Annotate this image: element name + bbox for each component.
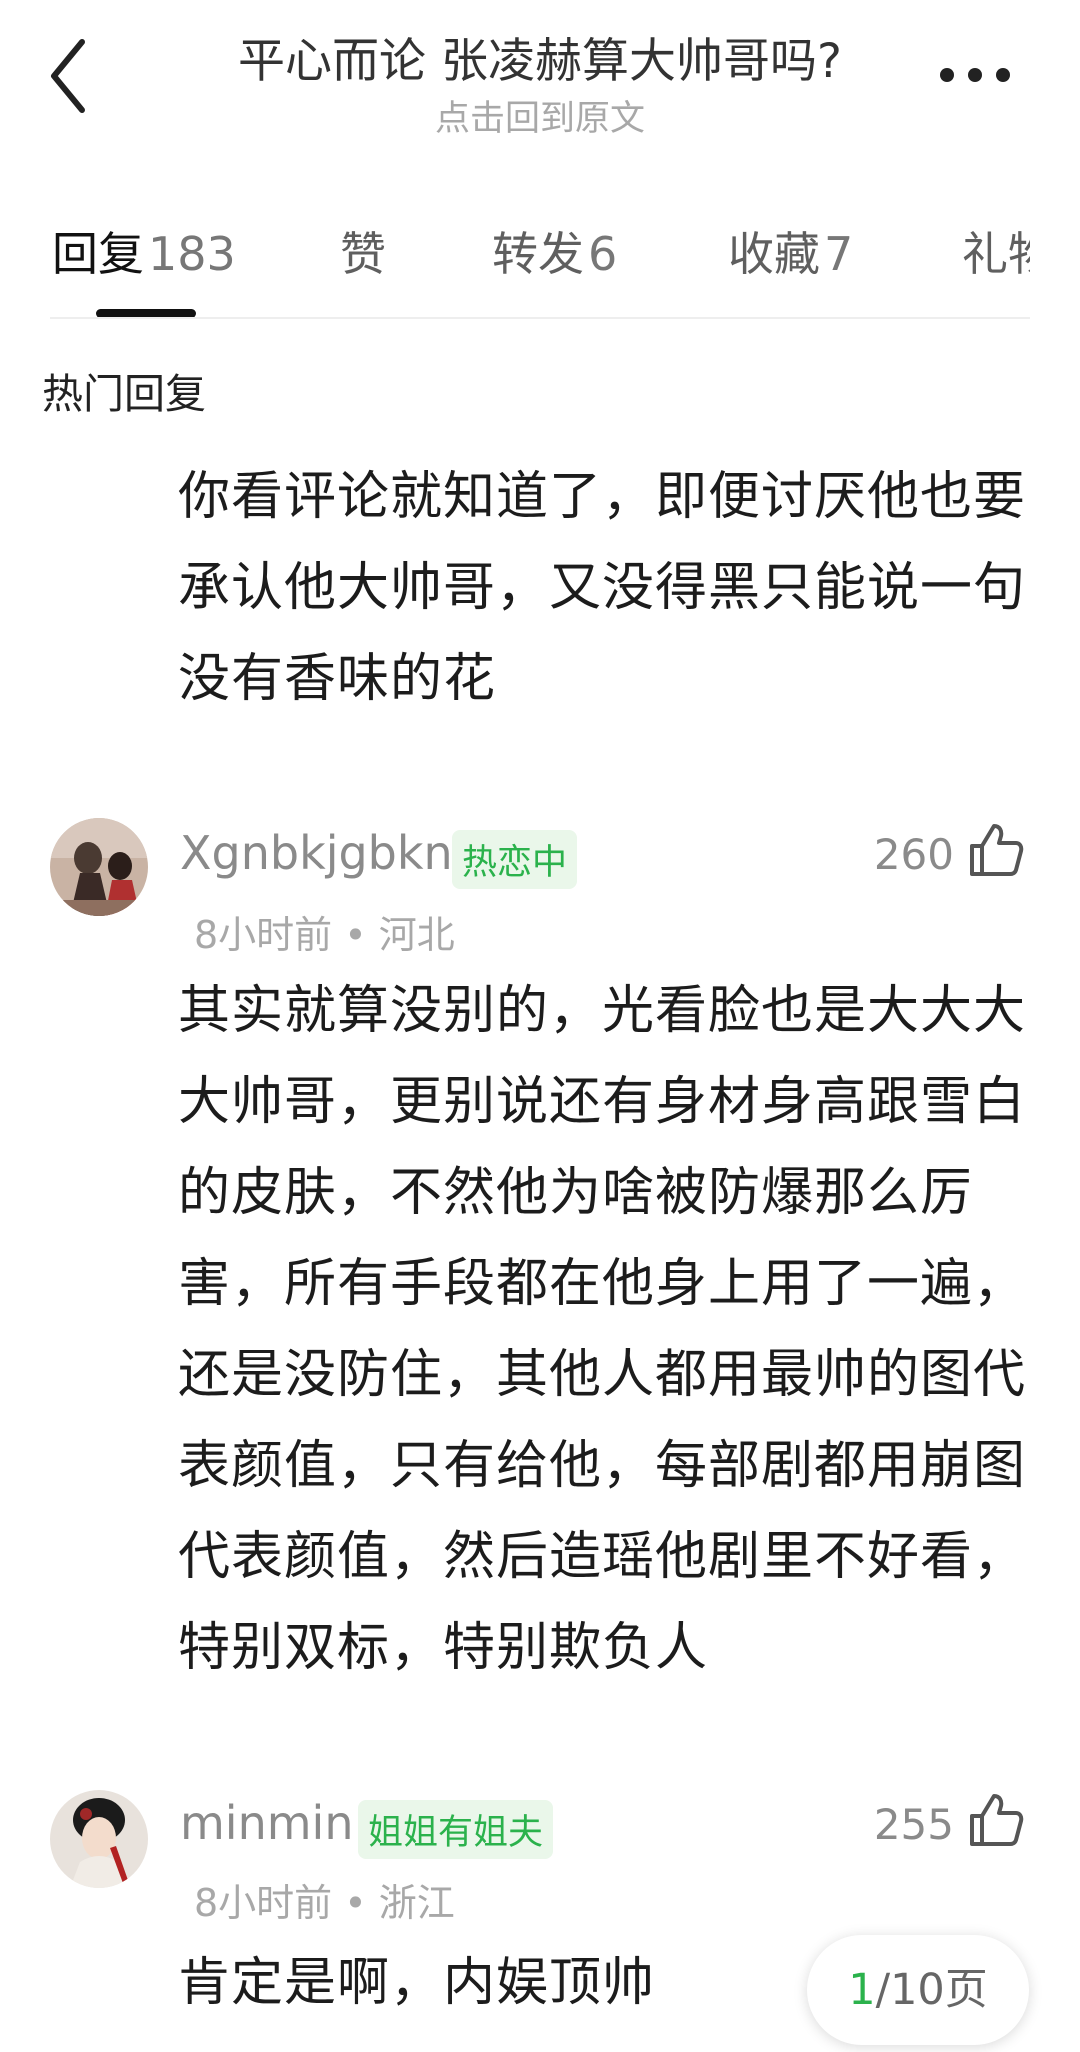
back-to-original-link[interactable]: 点击回到原文	[150, 90, 930, 141]
user-badge: 热恋中	[452, 830, 578, 889]
tab-reposts[interactable]: 转发6	[492, 218, 617, 284]
chevron-left-icon	[51, 39, 85, 113]
thumbs-up-icon[interactable]	[968, 822, 1024, 878]
comment-meta: 8小时前 • 河北	[194, 913, 455, 957]
avatar[interactable]	[50, 818, 148, 916]
current-page: 1	[848, 1965, 876, 2015]
tab-replies[interactable]: 回复183	[52, 218, 236, 284]
thumbs-up-icon[interactable]	[968, 1792, 1024, 1848]
like-count: 255	[873, 1800, 954, 1849]
total-pages: /10页	[875, 1965, 988, 2015]
tab-bar: 回复183 赞 转发6 收藏7 礼物	[50, 200, 1030, 320]
section-title: 热门回复	[42, 370, 206, 418]
page-title: 平心而论 张凌赫算大帅哥吗?	[238, 34, 842, 89]
like-count: 260	[873, 830, 954, 879]
back-button[interactable]	[44, 36, 94, 116]
more-button[interactable]	[930, 50, 1020, 100]
tab-gifts[interactable]: 礼物	[962, 218, 1030, 284]
comment-meta: 8小时前 • 浙江	[194, 1881, 455, 1925]
page-indicator-button[interactable]: 1/10页	[807, 1935, 1029, 2045]
username[interactable]: minmin	[180, 1796, 354, 1850]
reply-text: 你看评论就知道了，即便讨厌他也要承认他大帅哥，又没得黑只能说一句没有香味的花	[178, 467, 1027, 709]
avatar[interactable]	[50, 1790, 148, 1888]
tab-favorites[interactable]: 收藏7	[728, 218, 853, 284]
username[interactable]: Xgnbkjgbkn	[180, 826, 453, 880]
user-badge: 姐姐有姐夫	[358, 1800, 554, 1859]
tab-divider	[50, 317, 1030, 319]
comment-text: 其实就算没别的，光看脸也是大大大大帅哥，更别说还有身材身高跟雪白的皮肤，不然他为…	[178, 981, 1027, 1678]
tab-likes[interactable]: 赞	[340, 218, 390, 284]
more-dots-icon	[940, 68, 1010, 82]
